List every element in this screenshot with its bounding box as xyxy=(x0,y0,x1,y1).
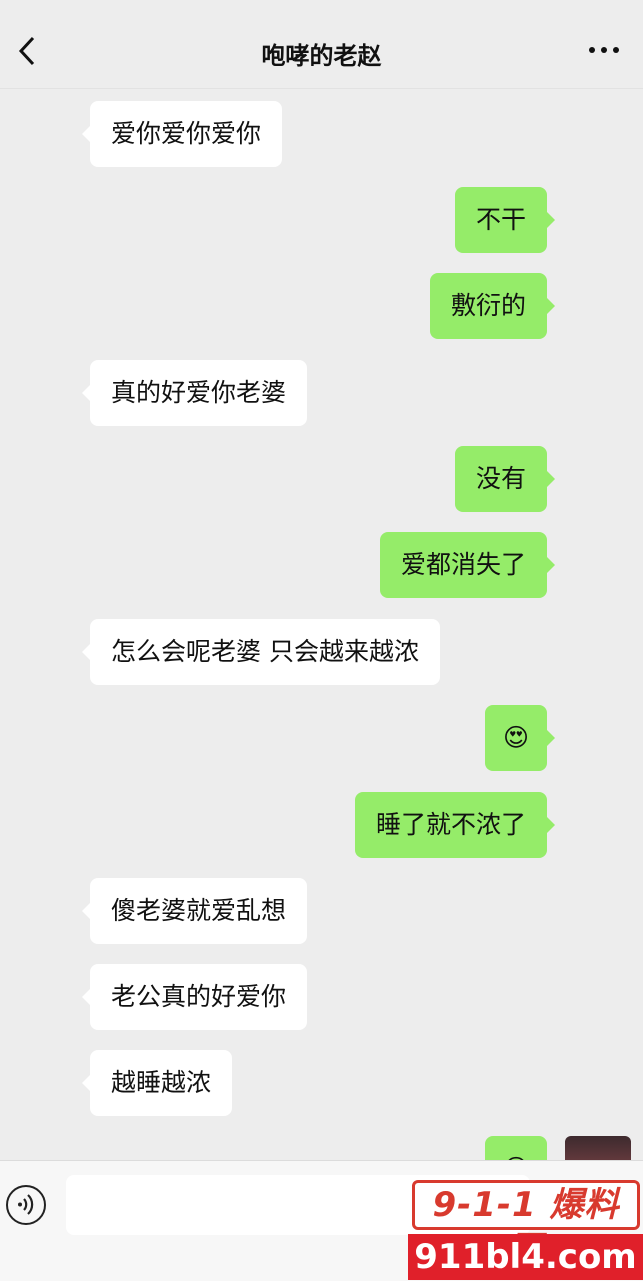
message-incoming[interactable]: 怎么会呢老婆 只会越来越浓 xyxy=(82,619,440,685)
message-bubble[interactable]: 真的好爱你老婆 xyxy=(81,360,308,426)
message-bubble[interactable]: 越睡越浓 xyxy=(81,1050,233,1116)
chat-title: 咆哮的老赵 xyxy=(261,42,382,70)
message-incoming[interactable]: 越睡越浓 xyxy=(81,1050,233,1116)
message-incoming[interactable]: 老公真的好爱你 xyxy=(81,964,308,1030)
message-bubble[interactable]: 爱你爱你爱你 xyxy=(81,101,283,167)
message-outgoing[interactable]: 不干 xyxy=(454,187,556,253)
message-incoming[interactable]: 傻老婆就爱乱想 xyxy=(81,878,308,944)
message-bubble[interactable]: 傻老婆就爱乱想 xyxy=(81,878,308,944)
message-outgoing[interactable]: 😍 xyxy=(484,705,556,771)
message-bubble[interactable]: 老公真的好爱你 xyxy=(81,964,308,1030)
watermark: 9-1-1 爆料网 911bl4.com xyxy=(408,1180,643,1280)
message-outgoing[interactable]: 没有 xyxy=(454,446,556,512)
message-outgoing[interactable]: 爱都消失了 xyxy=(379,532,556,598)
message-bubble[interactable]: 不干 xyxy=(454,187,556,253)
heart-eyes-emoji[interactable]: 😍 xyxy=(484,705,556,771)
message-list[interactable]: 爱你爱你爱你 不干 敷衍的 真的好爱你老婆 没有 爱都消失了 怎么会呢老婆 只会… xyxy=(0,88,643,1160)
message-incoming[interactable]: 真的好爱你老婆 xyxy=(81,360,308,426)
message-incoming[interactable]: 爱你爱你爱你 xyxy=(81,101,283,167)
partial-emoji[interactable]: 😊 xyxy=(484,1136,547,1160)
voice-icon[interactable] xyxy=(6,1185,46,1225)
watermark-logo: 9-1-1 爆料网 xyxy=(412,1180,640,1269)
message-outgoing[interactable]: 敷衍的 xyxy=(429,273,556,339)
message-bubble[interactable]: 睡了就不浓了 xyxy=(354,792,556,858)
message-bubble[interactable]: 敷衍的 xyxy=(429,273,556,339)
message-bubble[interactable]: 爱都消失了 xyxy=(379,532,556,598)
message-outgoing[interactable]: 睡了就不浓了 xyxy=(354,792,556,858)
watermark-url: 911bl4.com xyxy=(408,1234,643,1280)
message-bubble[interactable]: 没有 xyxy=(454,446,556,512)
message-outgoing[interactable]: 😊 xyxy=(484,1136,547,1160)
more-dots-icon[interactable] xyxy=(587,40,621,60)
chat-header: 咆哮的老赵 xyxy=(0,0,643,89)
message-bubble[interactable]: 怎么会呢老婆 只会越来越浓 xyxy=(82,619,440,685)
